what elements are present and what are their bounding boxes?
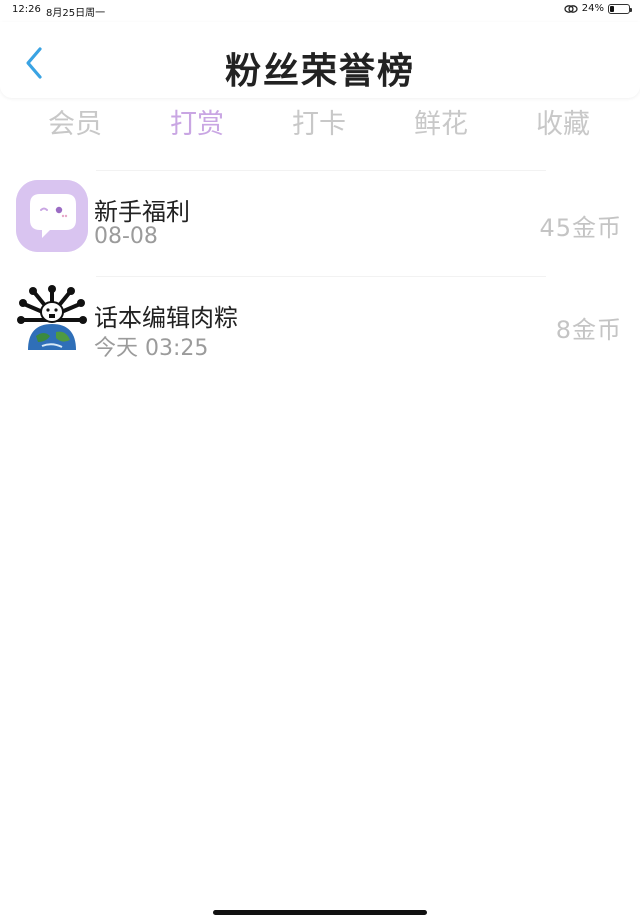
battery-percent: 24%: [581, 3, 604, 14]
list-item-time: 08-08: [94, 224, 158, 249]
battery-icon: [608, 3, 632, 14]
link-icon: [564, 4, 578, 13]
list-item[interactable]: 新手福利 08-08 45金币: [0, 176, 640, 276]
home-indicator[interactable]: [213, 910, 427, 915]
tab-tips[interactable]: 打赏: [147, 102, 247, 141]
avatar: [16, 284, 88, 356]
tab-bar: 会员 打赏 打卡 鲜花 收藏: [0, 102, 640, 148]
page-title: 粉丝荣誉榜: [224, 51, 415, 92]
list-item[interactable]: 话本编辑肉粽 今天 03:25 8金币: [0, 282, 640, 382]
earth-character-icon: [16, 284, 88, 356]
chat-bubble-icon: [16, 180, 88, 252]
divider: [96, 276, 546, 277]
list-item-time: 今天 03:25: [94, 336, 209, 361]
status-bar: 12:26 8月25日周一 24%: [0, 0, 640, 20]
list-item-name: 话本编辑肉粽: [94, 304, 238, 332]
status-time: 12:26: [12, 4, 41, 15]
tab-flowers[interactable]: 鲜花: [391, 102, 491, 141]
list-item-amount: 8金币: [555, 316, 622, 344]
status-date: 8月25日周一: [46, 8, 106, 19]
battery-fill: [610, 5, 614, 12]
divider: [96, 170, 546, 171]
avatar: [16, 180, 88, 252]
list-item-name: 新手福利: [94, 198, 190, 226]
screen: 12:26 8月25日周一 24% 粉丝荣誉榜 会员 打赏 打卡 鲜花 收藏 新…: [0, 0, 640, 921]
status-right: 24%: [564, 3, 632, 14]
header: 粉丝荣誉榜: [0, 22, 640, 98]
tab-members[interactable]: 会员: [25, 102, 125, 141]
list-item-amount: 45金币: [539, 214, 622, 242]
tab-checkin[interactable]: 打卡: [269, 102, 369, 141]
tab-favorites[interactable]: 收藏: [513, 102, 613, 141]
